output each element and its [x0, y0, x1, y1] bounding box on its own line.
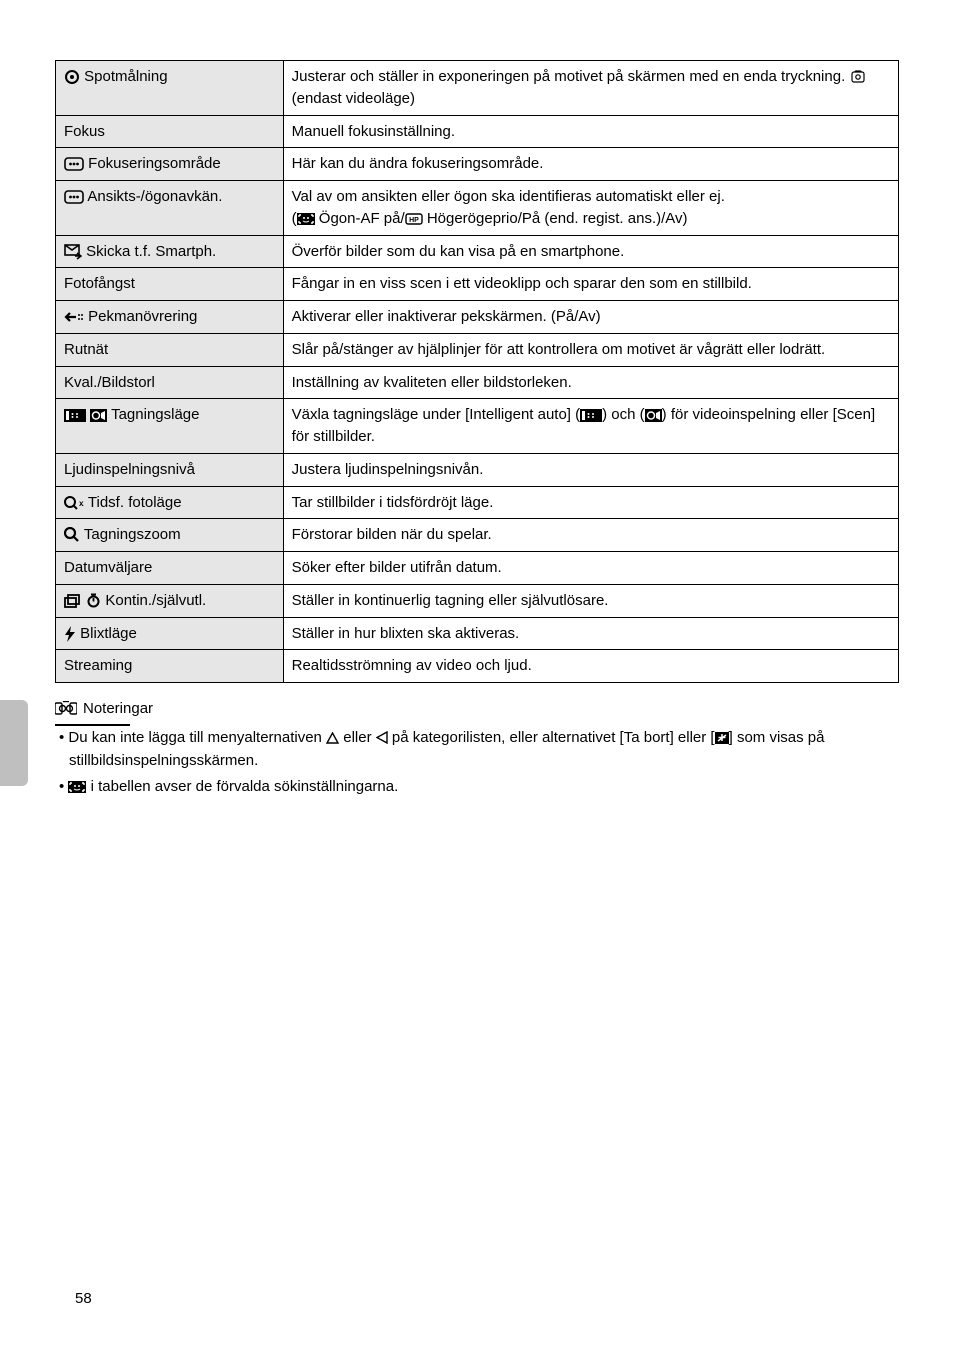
table-row: x2 Tidsf. fotolägeTar stillbilder i tids… — [56, 486, 899, 519]
row-label-text: Ljudinspelningsnivå — [64, 461, 195, 478]
svg-text:HP: HP — [409, 217, 419, 224]
row-desc: Justerar och ställer in exponeringen på … — [283, 61, 898, 116]
row-desc: Förstorar bilden när du spelar. — [283, 519, 898, 552]
row-label: Fokuseringsområde — [56, 148, 284, 181]
row-desc: Växla tagningsläge under [Intelligent au… — [283, 399, 898, 454]
table-row: Kval./Bildstorl Inställning av kvaliteten… — [56, 366, 899, 399]
film-icon — [64, 409, 86, 422]
row-desc: Manuell fokusinställning. — [283, 115, 898, 148]
table-row: Datumväljare Söker efter bilder utifrån d… — [56, 552, 899, 585]
table-row: Skicka t.f. Smartph. Överför bilder som d… — [56, 235, 899, 268]
row-desc: Val av om ansikten eller ögon ska identi… — [283, 181, 898, 236]
row-label: Tagningsläge — [56, 399, 284, 454]
row-label: Blixtläge — [56, 617, 284, 650]
row-label: Streaming — [56, 650, 284, 683]
row-desc: Ställer in kontinuerlig tagning eller sj… — [283, 584, 898, 617]
row-label-text: Datumväljare — [64, 559, 152, 576]
page-content: Spotmålning Justerar och ställer in expon… — [0, 0, 954, 842]
arrow-in-left-icon — [64, 310, 84, 324]
table-row: Ljudinspelningsnivå Justera ljudinspelnin… — [56, 453, 899, 486]
table-row: Spotmålning Justerar och ställer in expon… — [56, 61, 899, 116]
notes-heading-text: Noteringar — [83, 697, 153, 720]
row-desc: Realtidsströmning av video och ljud. — [283, 650, 898, 683]
table-row: Streaming Realtidsströmning av video och … — [56, 650, 899, 683]
row-label: Rutnät — [56, 333, 284, 366]
row-label: Fotofångst — [56, 268, 284, 301]
row-desc: Ställer in hur blixten ska aktiveras. — [283, 617, 898, 650]
side-tab — [0, 700, 28, 786]
row-label: Tagningszoom — [56, 519, 284, 552]
row-desc: Fångar in en viss scen i ett videoklipp … — [283, 268, 898, 301]
row-label-text: Fokuseringsområde — [88, 155, 221, 172]
row-label: Skicka t.f. Smartph. — [56, 235, 284, 268]
row-label: Kval./Bildstorl — [56, 366, 284, 399]
magnify-x2-icon: x2 — [64, 495, 84, 511]
note-item: • i tabellen avser de förvalda sökinstäl… — [55, 775, 899, 798]
detect-bracket-icon — [64, 190, 84, 204]
spotmeter-icon — [64, 69, 80, 85]
row-label-text: Tagningsläge — [111, 406, 199, 423]
row-label-text: Streaming — [64, 657, 132, 674]
notes-section: Noteringar • Du kan inte lägga till meny… — [55, 697, 899, 799]
row-label: Pekmanövrering — [56, 301, 284, 334]
table-row: Tagningsläge Växla tagningsläge under [In… — [56, 399, 899, 454]
svg-text:x2: x2 — [79, 499, 84, 508]
row-label: Kontin./självutl. — [56, 584, 284, 617]
row-desc: Justera ljudinspelningsnivån. — [283, 453, 898, 486]
row-label-text: Fotofångst — [64, 275, 135, 292]
table-row: Fokus Manuell fokusinställning. — [56, 115, 899, 148]
row-desc: Inställning av kvaliteten eller bildstor… — [283, 366, 898, 399]
table-row: Ansikts-/ögonavkän. Val av om ansikten el… — [56, 181, 899, 236]
detect-bracket-icon — [64, 157, 84, 171]
row-label-text: Tidsf. fotoläge — [88, 494, 182, 511]
note-item: • Du kan inte lägga till menyalternative… — [55, 726, 899, 773]
notes-list: • Du kan inte lägga till menyalternative… — [55, 726, 899, 799]
row-label: Ljudinspelningsnivå — [56, 453, 284, 486]
table-row: Pekmanövrering Aktiverar eller inaktivera… — [56, 301, 899, 334]
row-label-text: Ansikts-/ögonavkän. — [87, 188, 222, 205]
table-row: Fotofångst Fångar in en viss scen i ett v… — [56, 268, 899, 301]
row-label: Ansikts-/ögonavkän. — [56, 181, 284, 236]
row-label-text: Skicka t.f. Smartph. — [86, 243, 216, 260]
row-label-text: Tagningszoom — [84, 526, 181, 543]
row-desc: Söker efter bilder utifrån datum. — [283, 552, 898, 585]
row-label-text: Spotmålning — [84, 68, 167, 85]
row-desc: Tar stillbilder i tidsfördröjt läge. — [283, 486, 898, 519]
row-label-text: Pekmanövrering — [88, 308, 197, 325]
row-label-text: Kontin./självutl. — [105, 592, 206, 609]
videocam-icon — [90, 409, 107, 422]
table-row: Blixtläge Ställer in hur blixten ska akti… — [56, 617, 899, 650]
row-label-text: Kval./Bildstorl — [64, 374, 155, 391]
row-desc: Aktiverar eller inaktiverar pekskärmen. … — [283, 301, 898, 334]
burst-icon — [64, 594, 82, 608]
row-desc: Slår på/stänger av hjälplinjer för att k… — [283, 333, 898, 366]
row-label: Datumväljare — [56, 552, 284, 585]
mail-down-icon — [64, 244, 82, 260]
timer-icon — [86, 593, 101, 608]
row-label: Spotmålning — [56, 61, 284, 116]
table-row: Fokuseringsområde Här kan du ändra fokuse… — [56, 148, 899, 181]
row-label-text: Fokus — [64, 123, 105, 140]
notes-heading: Noteringar — [55, 697, 899, 720]
row-desc: Här kan du ändra fokuseringsområde. — [283, 148, 898, 181]
row-label: Fokus — [56, 115, 284, 148]
table-row: Kontin./självutl. Ställer in kontinuerlig… — [56, 584, 899, 617]
table-row: Rutnät Slår på/stänger av hjälplinjer för… — [56, 333, 899, 366]
row-label-text: Rutnät — [64, 341, 108, 358]
note-icon — [55, 701, 77, 716]
row-label: x2 Tidsf. fotoläge — [56, 486, 284, 519]
table-row: Tagningszoom Förstorar bilden när du spel… — [56, 519, 899, 552]
magnify-icon — [64, 527, 80, 543]
settings-table: Spotmålning Justerar och ställer in expon… — [55, 60, 899, 683]
flash-icon — [64, 626, 76, 642]
row-desc: Överför bilder som du kan visa på en sma… — [283, 235, 898, 268]
row-label-text: Blixtläge — [80, 625, 137, 642]
page-number: 58 — [75, 1290, 92, 1307]
